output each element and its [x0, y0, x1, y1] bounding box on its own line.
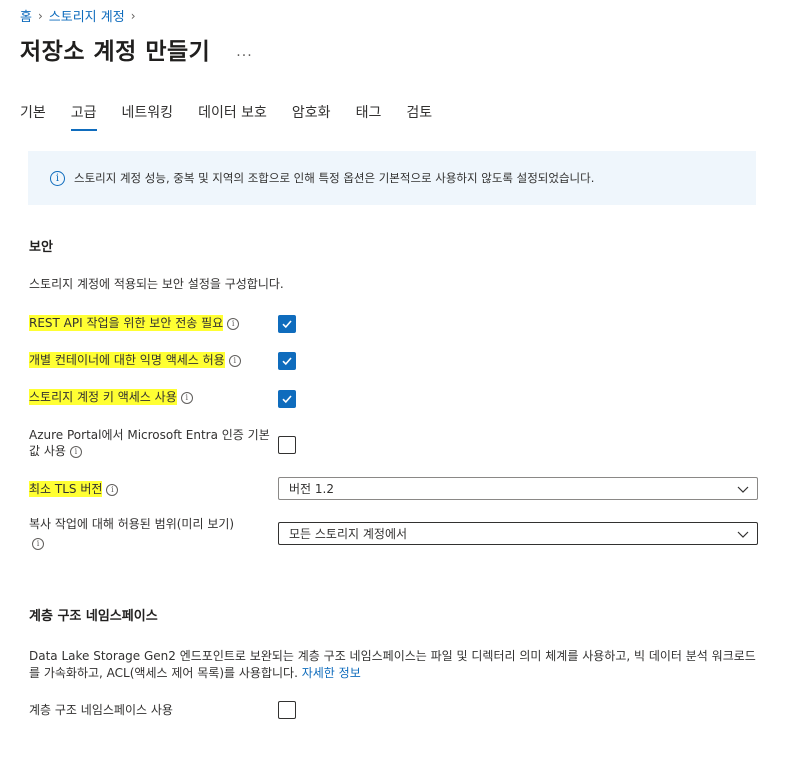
copy-scope-select[interactable]: 모든 스토리지 계정에서 [278, 522, 758, 545]
secure-transfer-label: REST API 작업을 위한 보안 전송 필요 i [29, 315, 240, 331]
checkmark-icon [282, 395, 292, 404]
secure-transfer-checkbox[interactable] [278, 315, 296, 333]
tls-version-value: 버전 1.2 [289, 482, 334, 496]
tab-data-protection[interactable]: 데이터 보호 [198, 102, 267, 130]
entra-default-checkbox[interactable] [278, 436, 296, 454]
chevron-right-icon: › [37, 8, 43, 23]
title-row: 저장소 계정 만들기 ... [20, 32, 253, 66]
copy-scope-label-line1: 복사 작업에 대해 허용된 범위(미리 보기) [29, 517, 235, 531]
tls-version-select[interactable]: 버전 1.2 [278, 477, 758, 500]
breadcrumb-home-link[interactable]: 홈 [20, 6, 32, 25]
info-icon[interactable]: i [227, 317, 240, 330]
tab-basics[interactable]: 기본 [20, 102, 46, 130]
info-banner: i 스토리지 계정 성능, 중복 및 지역의 조합으로 인해 특정 옵션은 기본… [28, 151, 756, 205]
chevron-down-icon [737, 531, 749, 538]
checkmark-icon [282, 357, 292, 366]
tab-tags[interactable]: 태그 [356, 102, 382, 130]
checkmark-icon [282, 320, 292, 329]
secure-transfer-label-text: REST API 작업을 위한 보안 전송 필요 [29, 315, 224, 331]
anonymous-access-label-text: 개별 컨테이너에 대한 익명 액세스 허용 [29, 352, 225, 368]
tls-label: 최소 TLS 버전 i [29, 481, 119, 497]
security-description: 스토리지 계정에 적용되는 보안 설정을 구성합니다. [29, 277, 284, 291]
hns-enable-checkbox[interactable] [278, 701, 296, 719]
more-options-button[interactable]: ... [236, 44, 252, 60]
learn-more-link[interactable]: 자세한 정보 [302, 666, 361, 680]
tab-encryption[interactable]: 암호화 [292, 102, 331, 130]
info-icon[interactable]: i [32, 537, 44, 550]
breadcrumb: 홈 › 스토리지 계정 › [20, 6, 136, 26]
key-access-checkbox[interactable] [278, 390, 296, 408]
info-icon: i [50, 170, 65, 186]
chevron-right-icon: › [130, 8, 136, 23]
info-icon[interactable]: i [69, 445, 82, 458]
hns-description: Data Lake Storage Gen2 엔드포인트로 보완되는 계층 구조… [29, 648, 759, 682]
hns-section-title: 계층 구조 네임스페이스 [29, 609, 158, 624]
chevron-down-icon [737, 486, 749, 493]
info-icon[interactable]: i [180, 391, 193, 404]
copy-scope-label: 복사 작업에 대해 허용된 범위(미리 보기) i [29, 516, 234, 551]
tab-advanced[interactable]: 고급 [70, 102, 97, 131]
anonymous-access-checkbox[interactable] [278, 352, 296, 370]
tab-bar: 기본 고급 네트워킹 데이터 보호 암호화 태그 검토 [20, 102, 457, 131]
page-title: 저장소 계정 만들기 [20, 39, 211, 65]
copy-scope-value: 모든 스토리지 계정에서 [289, 527, 408, 541]
info-icon[interactable]: i [106, 483, 119, 496]
security-section-title: 보안 [29, 240, 53, 255]
hns-enable-label: 계층 구조 네임스페이스 사용 [29, 703, 173, 717]
key-access-label: 스토리지 계정 키 액세스 사용 i [29, 389, 193, 405]
key-access-label-text: 스토리지 계정 키 액세스 사용 [29, 389, 177, 405]
entra-default-label: Azure Portal에서 Microsoft Entra 인증 기본 값 사… [29, 427, 270, 459]
entra-default-label-line2: 값 사용 [29, 444, 66, 458]
tab-networking[interactable]: 네트워킹 [122, 102, 174, 130]
breadcrumb-storage-accounts-link[interactable]: 스토리지 계정 [49, 6, 125, 25]
anonymous-access-label: 개별 컨테이너에 대한 익명 액세스 허용 i [29, 352, 241, 368]
info-icon[interactable]: i [228, 354, 241, 367]
hns-description-text: Data Lake Storage Gen2 엔드포인트로 보완되는 계층 구조… [29, 649, 756, 680]
tab-review[interactable]: 검토 [406, 102, 432, 130]
entra-default-label-line1: Azure Portal에서 Microsoft Entra 인증 기본 [29, 428, 270, 442]
info-banner-text: 스토리지 계정 성능, 중복 및 지역의 조합으로 인해 특정 옵션은 기본적으… [74, 171, 595, 185]
tls-label-text: 최소 TLS 버전 [29, 481, 103, 497]
